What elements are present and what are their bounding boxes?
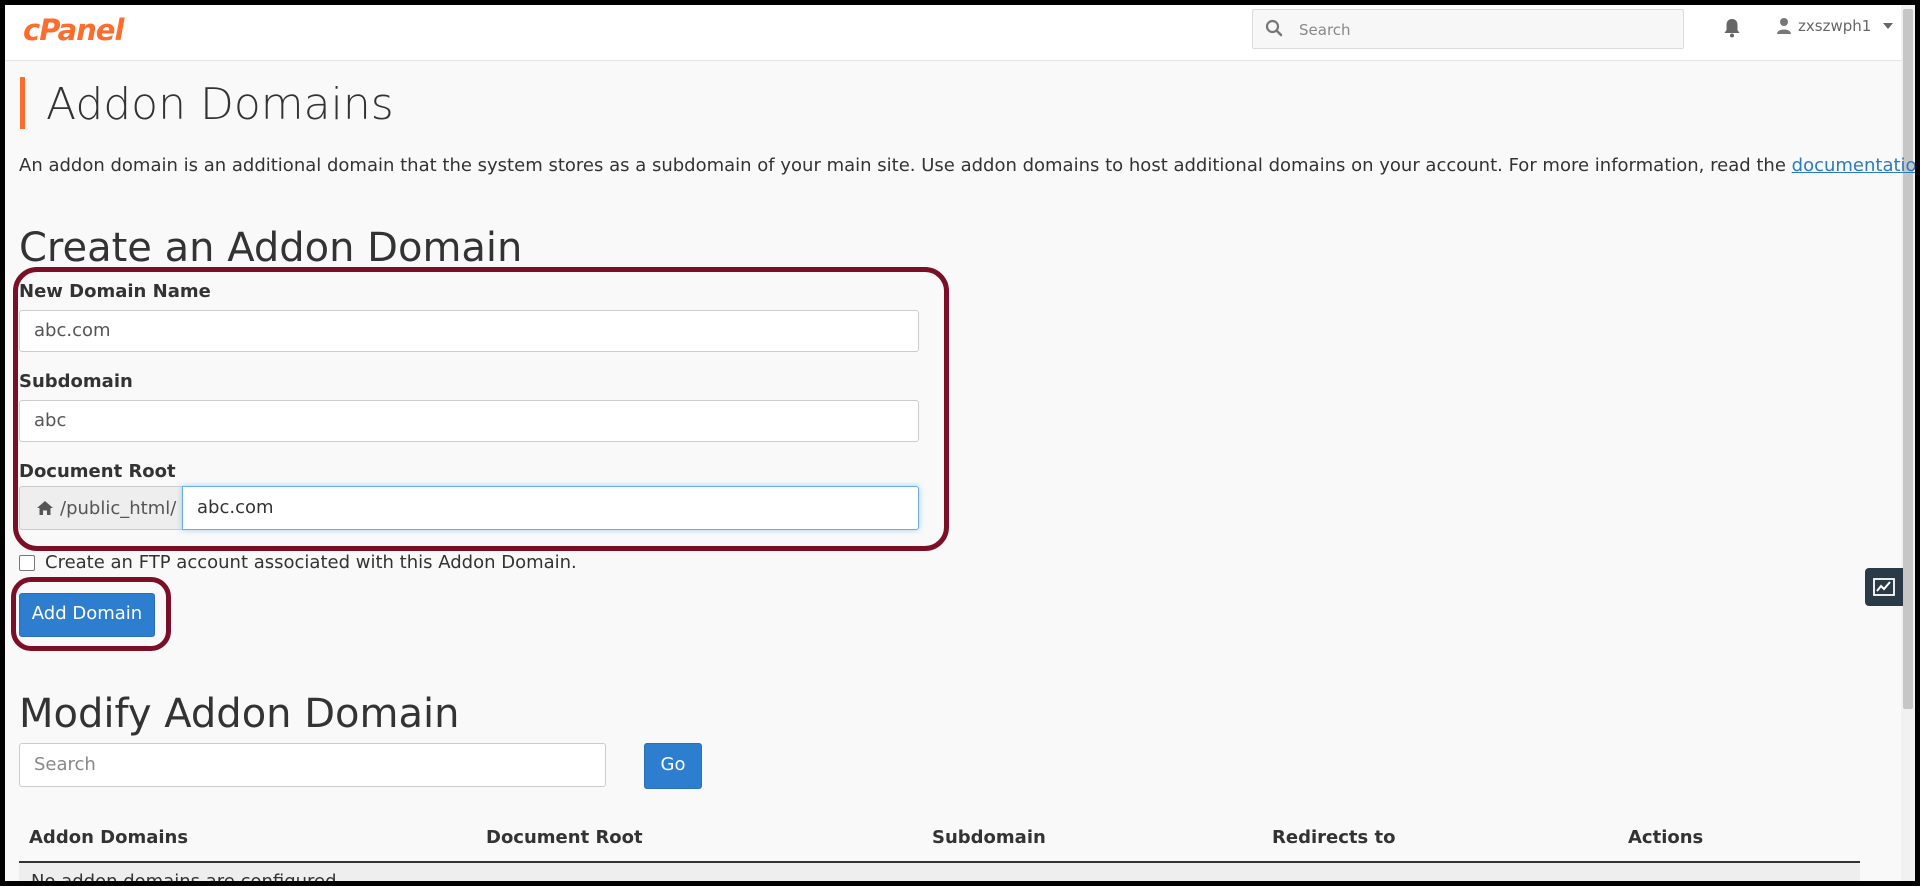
stats-widget-button[interactable] xyxy=(1865,568,1903,606)
ftp-account-label: Create an FTP account associated with th… xyxy=(45,552,577,573)
username-label: zxszwph1 xyxy=(1798,17,1872,35)
notifications-bell-icon[interactable] xyxy=(1723,18,1741,42)
user-icon xyxy=(1777,18,1791,34)
search-icon xyxy=(1265,19,1283,41)
modify-search-input[interactable]: Search xyxy=(19,743,606,787)
scrollbar-thumb[interactable] xyxy=(1903,9,1913,709)
user-menu[interactable]: zxszwph1 xyxy=(1776,17,1894,35)
description-text: An addon domain is an additional domain … xyxy=(19,155,1792,176)
global-search[interactable] xyxy=(1252,9,1684,49)
column-document-root[interactable]: Document Root xyxy=(486,827,643,848)
empty-message: No addon domains are configured. xyxy=(31,871,342,881)
global-search-input[interactable] xyxy=(1297,16,1671,44)
top-navbar: cPanel zxszwph1 xyxy=(5,5,1901,61)
create-section-heading: Create an Addon Domain xyxy=(19,225,523,271)
modify-section-heading: Modify Addon Domain xyxy=(19,691,460,737)
page-title: Addon Domains xyxy=(46,79,394,130)
highlight-ring-button xyxy=(11,577,171,651)
cpanel-logo[interactable]: cPanel xyxy=(23,13,124,47)
page-description: An addon domain is an additional domain … xyxy=(19,155,1915,176)
title-accent-bar xyxy=(20,77,25,129)
highlight-ring-form xyxy=(13,267,949,551)
column-addon-domains[interactable]: Addon Domains xyxy=(29,827,188,848)
page-scrollbar[interactable] xyxy=(1901,5,1915,881)
column-actions: Actions xyxy=(1628,827,1704,848)
column-subdomain[interactable]: Subdomain xyxy=(932,827,1046,848)
table-empty-row: No addon domains are configured. xyxy=(19,863,1860,881)
column-redirects-to[interactable]: Redirects to xyxy=(1272,827,1395,848)
chevron-down-icon xyxy=(1883,23,1894,29)
documentation-link[interactable]: documentation xyxy=(1792,155,1915,176)
ftp-account-option[interactable]: Create an FTP account associated with th… xyxy=(19,552,577,573)
go-button[interactable]: Go xyxy=(644,743,702,789)
addon-domains-table-header: Addon Domains Document Root Subdomain Re… xyxy=(19,821,1860,863)
ftp-account-checkbox[interactable] xyxy=(19,554,35,571)
cpanel-window: cPanel zxszwph1 Addon Domains An addon d… xyxy=(5,5,1915,881)
chart-line-icon xyxy=(1873,578,1895,596)
